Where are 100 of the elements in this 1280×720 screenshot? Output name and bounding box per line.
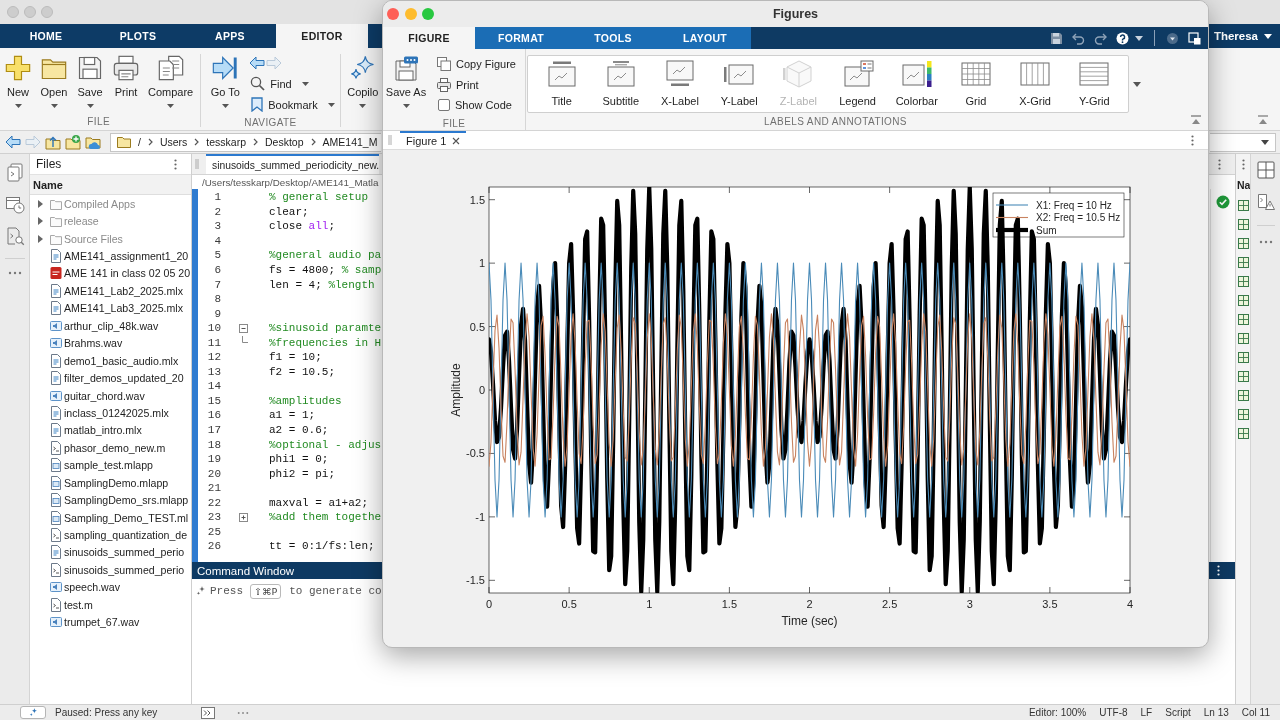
- expand-arrow-icon[interactable]: [36, 199, 44, 208]
- file-item[interactable]: phasor_demo_new.m: [30, 439, 191, 457]
- file-item[interactable]: arthur_clip_48k.wav: [30, 317, 191, 335]
- caret-icon[interactable]: [1135, 35, 1143, 41]
- file-item[interactable]: sample_test.mlapp: [30, 456, 191, 474]
- gallery-item[interactable]: Legend: [827, 56, 888, 112]
- ribbon-tab[interactable]: TOOLS: [567, 27, 659, 49]
- ribbon-tab[interactable]: LAYOUT: [659, 27, 751, 49]
- copilot-button[interactable]: Copilo: [345, 52, 380, 108]
- gallery-item[interactable]: Title: [532, 56, 592, 112]
- gallery-item[interactable]: X-Grid: [1005, 56, 1065, 112]
- print-button[interactable]: Print: [437, 74, 516, 95]
- fold-expand-icon[interactable]: [238, 512, 248, 522]
- warning-document-icon[interactable]: [1256, 193, 1275, 211]
- fold-collapse-icon[interactable]: [238, 323, 248, 333]
- caret-icon[interactable]: [1132, 81, 1141, 87]
- toolstrip-button[interactable]: Print: [108, 52, 144, 108]
- document-search-icon[interactable]: [4, 226, 25, 246]
- path-segment[interactable]: Users: [159, 136, 188, 148]
- gallery-item[interactable]: X-Label: [650, 56, 710, 112]
- more-icon[interactable]: [1258, 240, 1273, 244]
- new-folder-icon[interactable]: [65, 134, 81, 150]
- more-vertical-icon[interactable]: [1217, 565, 1220, 576]
- toolstrip-button[interactable]: New: [0, 52, 36, 108]
- path-segment[interactable]: /: [138, 136, 141, 148]
- more-vertical-icon[interactable]: [1218, 158, 1221, 170]
- file-item[interactable]: sinusoids_summed_perio: [30, 561, 191, 579]
- file-item[interactable]: sinusoids_summed_perio: [30, 543, 191, 562]
- more-icon[interactable]: [7, 271, 22, 275]
- path-segment[interactable]: tesskarp: [206, 136, 247, 148]
- check-circle-icon[interactable]: [1216, 195, 1230, 209]
- file-item[interactable]: Brahms.wav: [30, 334, 191, 352]
- triangle-up-icon[interactable]: [1257, 115, 1269, 125]
- terminal-icon[interactable]: [201, 706, 215, 719]
- file-item[interactable]: SamplingDemo_srs.mlapp: [30, 491, 191, 509]
- file-item[interactable]: release: [30, 212, 191, 230]
- dropdown-circle-icon[interactable]: [1166, 31, 1179, 45]
- file-item[interactable]: AME141_Lab2_2025.mlx: [30, 282, 191, 300]
- toolstrip-button[interactable]: Save: [72, 52, 108, 108]
- file-item[interactable]: test.m: [30, 596, 191, 614]
- ribbon-tab[interactable]: APPS: [184, 24, 276, 48]
- gallery-item[interactable]: Grid: [946, 56, 1006, 112]
- ribbon-tab[interactable]: FIGURE: [383, 27, 475, 49]
- ribbon-tab[interactable]: FORMAT: [475, 27, 567, 49]
- address-field[interactable]: / Users tesskarp Desktop AME141_M: [110, 132, 381, 152]
- toolstrip-button[interactable]: Compare: [144, 52, 198, 108]
- column-header[interactable]: Name: [30, 175, 191, 195]
- grip-icon[interactable]: [388, 135, 392, 145]
- address-dropdown[interactable]: [1210, 132, 1276, 152]
- save-as-button[interactable]: Save As: [383, 53, 429, 116]
- layout-grid-icon[interactable]: [1256, 161, 1275, 179]
- ribbon-tab[interactable]: EDITOR: [276, 24, 368, 48]
- file-item[interactable]: speech.wav: [30, 578, 191, 597]
- more-vertical-icon[interactable]: [174, 158, 177, 170]
- user-menu[interactable]: Theresa: [1213, 24, 1272, 48]
- file-item[interactable]: AME 141 in class 02 05 20: [30, 264, 191, 283]
- file-item[interactable]: Sampling_Demo_TEST.ml: [30, 508, 191, 527]
- expand-arrow-icon[interactable]: [36, 217, 44, 226]
- redo-icon[interactable]: [1094, 31, 1107, 45]
- gallery-item[interactable]: Y-Grid: [1064, 56, 1124, 112]
- toolstrip-button[interactable]: Open: [36, 52, 72, 108]
- figure-tab[interactable]: Figure 1: [400, 131, 467, 149]
- file-item[interactable]: SamplingDemo.mlapp: [30, 474, 191, 492]
- expand-arrow-icon[interactable]: [36, 234, 44, 243]
- checkbox[interactable]: [438, 99, 450, 112]
- file-item[interactable]: AME141_Lab3_2025.mlx: [30, 299, 191, 318]
- grip-icon[interactable]: [195, 159, 199, 169]
- cloud-folder-icon[interactable]: [85, 134, 101, 150]
- documents-icon[interactable]: [4, 162, 25, 182]
- file-item[interactable]: matlab_intro.mlx: [30, 421, 191, 440]
- window-close-button[interactable]: [387, 8, 399, 20]
- path-segment[interactable]: AME141_M: [322, 136, 378, 148]
- undo-icon[interactable]: [1072, 31, 1085, 45]
- go-to-button[interactable]: Go To: [204, 52, 247, 108]
- copy-figure-button[interactable]: Copy Figure: [437, 54, 516, 75]
- file-item[interactable]: Source Files: [30, 229, 191, 248]
- gallery-item[interactable]: Colorbar: [887, 56, 947, 112]
- file-item[interactable]: AME141_assignment1_20: [30, 247, 191, 265]
- ribbon-tab[interactable]: HOME: [0, 24, 92, 48]
- find-button[interactable]: Find: [248, 73, 337, 94]
- gallery-item[interactable]: Subtitle: [591, 56, 651, 112]
- path-segment[interactable]: Desktop: [265, 136, 304, 148]
- close-icon[interactable]: [452, 137, 461, 145]
- folder-up-icon[interactable]: [45, 134, 61, 150]
- ribbon-tab[interactable]: PLOTS: [92, 24, 184, 48]
- file-item[interactable]: sampling_quantization_de: [30, 526, 191, 544]
- file-item[interactable]: Compiled Apps: [30, 195, 191, 213]
- file-item[interactable]: trumpet_67.wav: [30, 613, 191, 631]
- more-vertical-icon[interactable]: [1241, 159, 1245, 170]
- overlapping-squares-icon[interactable]: [1188, 31, 1201, 45]
- bookmark-button[interactable]: Bookmark: [248, 94, 337, 115]
- file-item[interactable]: guitar_chord.wav: [30, 386, 191, 405]
- back-arrow-icon[interactable]: [249, 55, 266, 70]
- help-icon[interactable]: [1116, 31, 1129, 45]
- file-item[interactable]: inclass_01242025.mlx: [30, 404, 191, 422]
- back-arrow-icon[interactable]: [5, 134, 21, 150]
- file-item[interactable]: filter_demos_updated_20: [30, 369, 191, 387]
- clock-window-icon[interactable]: [4, 194, 25, 214]
- editor-tab[interactable]: sinusoids_summed_periodicity_new.: [206, 154, 380, 174]
- more-vertical-icon[interactable]: [1191, 134, 1194, 146]
